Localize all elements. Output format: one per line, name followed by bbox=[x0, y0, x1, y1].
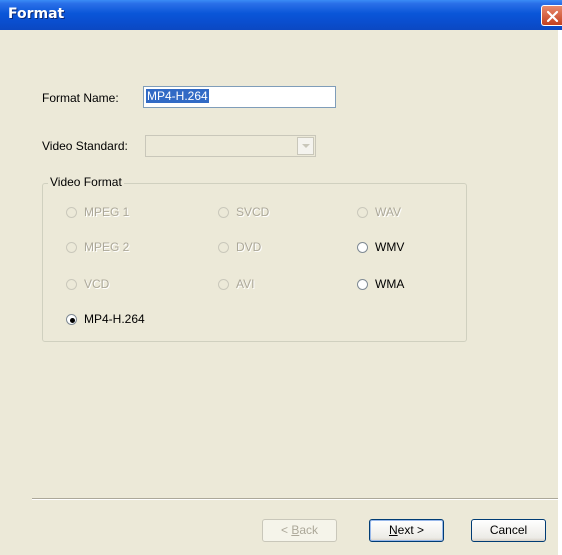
radio-button-icon bbox=[357, 207, 368, 218]
video-standard-label: Video Standard: bbox=[42, 139, 128, 153]
close-icon bbox=[546, 10, 559, 23]
radio-label: MPEG 2 bbox=[84, 240, 130, 254]
window-title: Format bbox=[8, 6, 65, 22]
radio-label: MP4-H.264 bbox=[84, 312, 145, 326]
back-button-prefix: < bbox=[280, 523, 292, 537]
radio-button-icon bbox=[66, 279, 77, 290]
back-button[interactable]: < Back bbox=[262, 519, 337, 542]
radio-selected-dot bbox=[70, 318, 75, 323]
video-standard-select[interactable] bbox=[145, 135, 316, 157]
radio-label: DVD bbox=[236, 240, 262, 254]
radio-label: WAV bbox=[375, 205, 401, 219]
next-button-mnemonic: N bbox=[388, 523, 398, 537]
footer-separator bbox=[32, 498, 558, 500]
title-bar[interactable]: Format bbox=[0, 0, 562, 30]
radio-button-icon bbox=[66, 242, 77, 253]
radio-button-icon bbox=[66, 314, 77, 325]
close-button[interactable] bbox=[541, 5, 562, 26]
radio-label: AVI bbox=[236, 277, 255, 291]
next-button[interactable]: Next > bbox=[369, 519, 444, 542]
radio-label: SVCD bbox=[236, 205, 270, 219]
radio-button-icon bbox=[218, 279, 229, 290]
format-dialog: Format Format Name: MP4-H.264 Video Stan… bbox=[0, 0, 562, 555]
format-name-label: Format Name: bbox=[42, 91, 119, 105]
window-edge bbox=[558, 30, 562, 555]
radio-button-icon bbox=[218, 207, 229, 218]
radio-button-icon bbox=[66, 207, 77, 218]
back-button-label: ack bbox=[299, 523, 319, 537]
radio-label: VCD bbox=[84, 277, 110, 291]
cancel-button[interactable]: Cancel bbox=[471, 519, 546, 542]
video-standard-dropdown-button[interactable] bbox=[297, 137, 314, 155]
video-format-group-title: Video Format bbox=[48, 175, 124, 189]
radio-label: WMA bbox=[375, 277, 405, 291]
chevron-down-icon bbox=[302, 144, 310, 148]
radio-button-icon bbox=[218, 242, 229, 253]
radio-label: WMV bbox=[375, 240, 405, 254]
format-name-value: MP4-H.264 bbox=[146, 89, 209, 103]
radio-button-icon bbox=[357, 279, 368, 290]
radio-label: MPEG 1 bbox=[84, 205, 130, 219]
format-name-field[interactable]: MP4-H.264 bbox=[143, 86, 336, 108]
radio-button-icon bbox=[357, 242, 368, 253]
next-button-label: ext > bbox=[397, 523, 425, 537]
